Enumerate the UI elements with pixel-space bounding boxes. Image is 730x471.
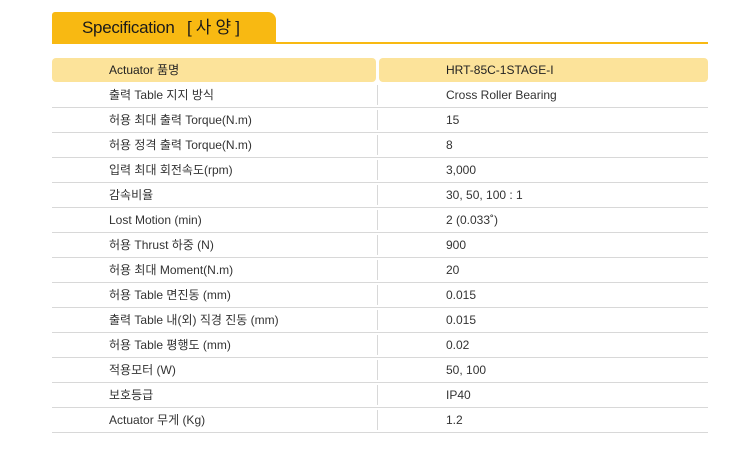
column-divider — [377, 310, 378, 330]
table-row: 허용 Table 평행도 (mm) 0.02 — [52, 333, 708, 358]
row-value: 30, 50, 100 : 1 — [446, 188, 523, 202]
table-body: 출력 Table 지지 방식 Cross Roller Bearing 허용 최대 … — [52, 83, 708, 433]
row-value: 1.2 — [446, 413, 463, 427]
table-row: 허용 정격 출력 Torque(N.m) 8 — [52, 133, 708, 158]
row-value: 3,000 — [446, 163, 477, 177]
row-value: IP40 — [446, 388, 471, 402]
row-label: 감속비율 — [109, 188, 154, 202]
row-value: 0.02 — [446, 338, 470, 352]
spec-table: Actuator 품명 HRT-85C-1STAGE-I 출력 Table 지지… — [52, 58, 708, 433]
row-label: 적용모터 (W) — [109, 363, 176, 377]
title-underline — [52, 42, 708, 44]
row-value: 50, 100 — [446, 363, 487, 377]
row-value: 8 — [446, 138, 453, 152]
table-row: 입력 최대 회전속도(rpm) 3,000 — [52, 158, 708, 183]
table-row: 보호등급 IP40 — [52, 383, 708, 408]
table-row: 적용모터 (W) 50, 100 — [52, 358, 708, 383]
row-label: Lost Motion (min) — [109, 213, 202, 227]
column-divider — [377, 185, 378, 205]
row-label: 허용 Table 평행도 (mm) — [109, 338, 231, 352]
column-divider — [377, 260, 378, 280]
table-header-row: Actuator 품명 HRT-85C-1STAGE-I — [52, 58, 708, 83]
table-row: 감속비율 30, 50, 100 : 1 — [52, 183, 708, 208]
column-divider — [377, 85, 378, 105]
table-row: 출력 Table 내(외) 직경 진동 (mm) 0.015 — [52, 308, 708, 333]
row-value: 2 (0.033˚) — [446, 213, 499, 227]
section-title-tab: Specification [ 사 양 ] — [52, 12, 276, 43]
table-row: 허용 최대 Moment(N.m) 20 — [52, 258, 708, 283]
column-divider — [377, 385, 378, 405]
row-value: 900 — [446, 238, 467, 252]
header-cell-left — [52, 58, 376, 82]
table-row: 출력 Table 지지 방식 Cross Roller Bearing — [52, 83, 708, 108]
column-divider — [377, 135, 378, 155]
column-divider — [377, 335, 378, 355]
table-row: Lost Motion (min) 2 (0.033˚) — [52, 208, 708, 233]
column-divider — [377, 360, 378, 380]
row-label: 허용 Thrust 하중 (N) — [109, 238, 214, 252]
row-value: 20 — [446, 263, 460, 277]
column-divider — [377, 235, 378, 255]
row-value: 0.015 — [446, 313, 477, 327]
table-row: 허용 Table 면진동 (mm) 0.015 — [52, 283, 708, 308]
column-divider — [377, 410, 378, 430]
header-value: HRT-85C-1STAGE-I — [446, 63, 554, 77]
row-label: 출력 Table 내(외) 직경 진동 (mm) — [109, 313, 279, 327]
row-value: 15 — [446, 113, 460, 127]
row-value: 0.015 — [446, 288, 477, 302]
row-label: 허용 최대 출력 Torque(N.m) — [109, 113, 252, 127]
table-row: Actuator 무게 (Kg) 1.2 — [52, 408, 708, 433]
row-label: Actuator 무게 (Kg) — [109, 413, 206, 427]
column-divider — [377, 285, 378, 305]
section-title-ko: [ 사 양 ] — [186, 18, 240, 37]
row-value: Cross Roller Bearing — [446, 88, 557, 102]
header-label: Actuator 품명 — [109, 63, 180, 77]
row-label: 출력 Table 지지 방식 — [109, 88, 214, 102]
row-label: 입력 최대 회전속도(rpm) — [109, 163, 233, 177]
row-label: 허용 최대 Moment(N.m) — [109, 263, 234, 277]
row-label: 보호등급 — [109, 388, 154, 402]
column-divider — [377, 110, 378, 130]
table-row: 허용 Thrust 하중 (N) 900 — [52, 233, 708, 258]
column-divider — [377, 210, 378, 230]
table-row: 허용 최대 출력 Torque(N.m) 15 — [52, 108, 708, 133]
row-label: 허용 Table 면진동 (mm) — [109, 288, 231, 302]
row-label: 허용 정격 출력 Torque(N.m) — [109, 138, 252, 152]
section-title: Specification — [82, 18, 175, 37]
column-divider — [377, 160, 378, 180]
